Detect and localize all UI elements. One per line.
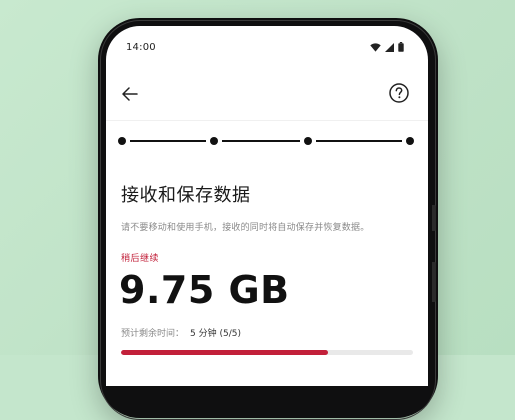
- arrow-left-icon: [122, 87, 138, 101]
- phone-screen: 14:00 接收和保存数据 请不要移动和使用手机，接收的同时将自动保存并恢复数据…: [106, 26, 428, 386]
- battery-icon: [398, 42, 404, 52]
- step-dot-1: [118, 137, 126, 145]
- time-remaining-value: 5 分钟 (5/5): [190, 329, 241, 339]
- progress-stepper: [118, 136, 414, 148]
- step-dot-3: [304, 137, 312, 145]
- data-size-value: 9.75 GB: [119, 268, 290, 312]
- question-circle-icon: [389, 83, 409, 103]
- step-line-1: [130, 140, 206, 142]
- transfer-progress-bar: [121, 350, 413, 355]
- step-dot-4: [406, 137, 414, 145]
- wifi-icon: [370, 42, 381, 52]
- power-button: [432, 262, 436, 302]
- page-title: 接收和保存数据: [121, 185, 251, 206]
- back-button[interactable]: [118, 82, 142, 106]
- status-bar: 14:00: [106, 26, 428, 66]
- status-time: 14:00: [126, 42, 156, 53]
- top-app-bar: [106, 78, 428, 114]
- time-remaining: 预计剩余时间： 5 分钟 (5/5): [121, 326, 241, 339]
- help-button[interactable]: [388, 82, 410, 104]
- page-subtitle: 请不要移动和使用手机，接收的同时将自动保存并恢复数据。: [121, 223, 370, 233]
- volume-button: [432, 205, 436, 231]
- step-dot-2: [210, 137, 218, 145]
- progress-fill: [121, 350, 329, 355]
- continue-later-link[interactable]: 稍后继续: [121, 251, 159, 264]
- time-remaining-label: 预计剩余时间：: [121, 329, 185, 339]
- status-icons: [370, 42, 404, 52]
- divider: [106, 120, 428, 121]
- step-line-3: [316, 140, 402, 142]
- cellular-signal-icon: [385, 42, 394, 52]
- step-line-2: [222, 140, 300, 142]
